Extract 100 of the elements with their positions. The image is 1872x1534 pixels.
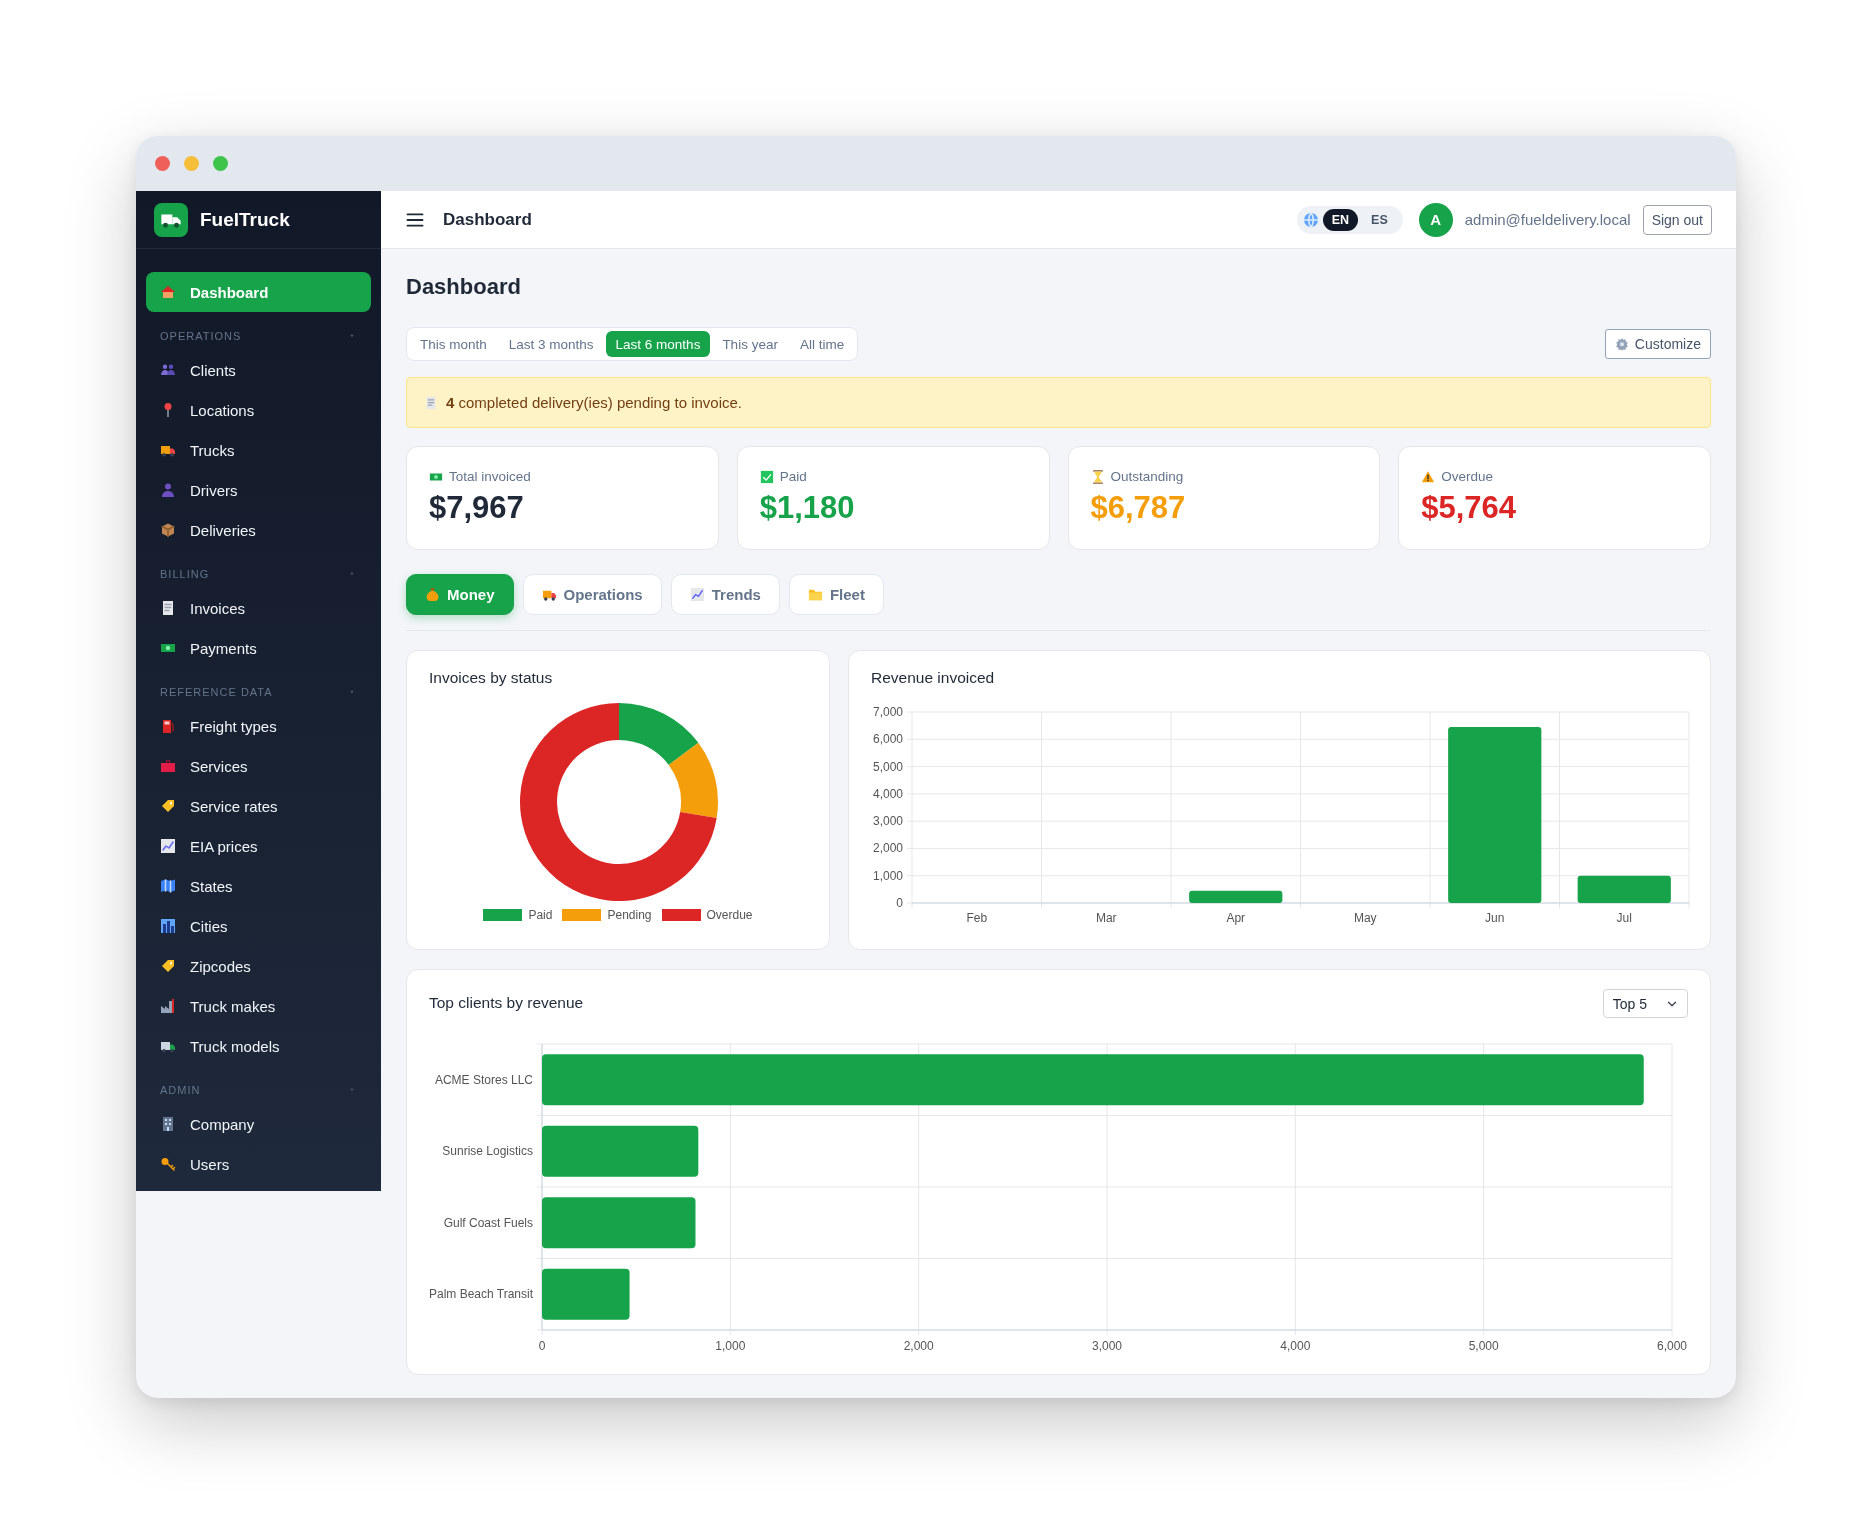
axis-label: 7,000: [872, 705, 903, 719]
group-title: OPERATIONS: [160, 330, 242, 342]
nav-item[interactable]: Freight types: [146, 706, 371, 746]
stat-value: $7,967: [429, 490, 525, 526]
axis-label: 0: [538, 1339, 546, 1353]
map-icon: [160, 878, 176, 894]
nav-item[interactable]: States: [146, 866, 371, 906]
language-button[interactable]: ES: [1362, 208, 1397, 231]
top-select[interactable]: Top 5: [1602, 989, 1688, 1018]
axis-label: Jul: [1616, 911, 1632, 925]
chart-title: Revenue invoiced: [870, 668, 996, 688]
nav-item[interactable]: Services: [146, 746, 371, 786]
group-title: BILLING: [160, 568, 210, 580]
stat-label: Paid: [779, 469, 807, 484]
axis-label: Gulf Coast Fuels: [443, 1215, 533, 1230]
axis-label: Apr: [1226, 911, 1246, 925]
range-option[interactable]: All time: [789, 331, 855, 357]
axis-label: 5,000: [872, 759, 903, 774]
nav-item[interactable]: Payments: [146, 628, 371, 668]
app-name: FuelTruck: [200, 208, 290, 231]
globe-icon: [1302, 211, 1319, 228]
stat-value: $6,787: [1090, 490, 1187, 526]
tag-icon: [160, 958, 176, 974]
axis-label: 3,000: [872, 814, 903, 829]
chart-icon: [160, 838, 176, 854]
axis-label: 2,000: [872, 841, 903, 856]
axis-label: Mar: [1095, 911, 1117, 925]
key-icon: [160, 1156, 176, 1172]
axis-label: 1,000: [715, 1339, 746, 1353]
tag-icon: [160, 798, 176, 814]
range-option[interactable]: Last 3 months: [498, 331, 604, 357]
nav-item[interactable]: Locations: [146, 390, 371, 430]
stat-label: Overdue: [1441, 469, 1494, 484]
stat-label: Outstanding: [1110, 469, 1184, 484]
chart-title: Top clients by revenue: [428, 993, 584, 1013]
axis-label: Sunrise Logistics: [442, 1144, 533, 1159]
close-button[interactable]: [155, 156, 170, 171]
page-heading: Dashboard: [406, 273, 522, 301]
axis-label: Palm Beach Transit: [428, 1287, 533, 1302]
stat-label: Total invoiced: [449, 469, 531, 484]
axis-label: 0: [896, 896, 903, 910]
axis-label: 4,000: [1280, 1339, 1311, 1353]
nav-item[interactable]: Zipcodes: [146, 946, 371, 986]
chart-title: Invoices by status: [428, 668, 554, 688]
folder-icon: [807, 587, 823, 602]
tab[interactable]: Fleet: [788, 574, 884, 615]
axis-label: Feb: [966, 911, 988, 925]
axis-label: ACME Stores LLC: [434, 1072, 533, 1087]
factory-icon: [160, 998, 176, 1014]
nav-item[interactable]: Invoices: [146, 588, 371, 628]
minimize-button[interactable]: [184, 156, 199, 171]
maximize-button[interactable]: [213, 156, 228, 171]
nav-item[interactable]: Deliveries: [146, 510, 371, 550]
building-icon: [160, 1116, 176, 1132]
nav-item[interactable]: EIA prices: [146, 826, 371, 866]
axis-label: 6,000: [872, 732, 903, 747]
chart-icon: [689, 587, 705, 602]
legend-label: Overdue: [706, 908, 753, 922]
money-bag-icon: [425, 587, 440, 602]
nav-item[interactable]: Clients: [146, 350, 371, 390]
nav-item[interactable]: Truck models: [146, 1026, 371, 1066]
sign-out-button[interactable]: Sign out: [1642, 204, 1712, 235]
axis-label: 4,000: [872, 786, 903, 801]
group-title: REFERENCE DATA: [160, 686, 273, 698]
stat-value: $5,764: [1421, 490, 1518, 526]
briefcase-icon: [160, 758, 176, 774]
people-icon: [160, 362, 176, 378]
nav-item[interactable]: Users: [146, 1144, 371, 1184]
person-icon: [160, 482, 176, 498]
tab[interactable]: Trends: [670, 574, 780, 615]
city-icon: [160, 918, 176, 934]
range-option[interactable]: This month: [410, 331, 497, 357]
range-option[interactable]: This year: [712, 331, 788, 357]
axis-label: 5,000: [1468, 1339, 1499, 1353]
nav-item[interactable]: Cities: [146, 906, 371, 946]
document-icon: [160, 600, 176, 616]
axis-label: 6,000: [1657, 1339, 1687, 1353]
nav-item[interactable]: Service rates: [146, 786, 371, 826]
nav-item[interactable]: Trucks: [146, 430, 371, 470]
nav-item[interactable]: Truck makes: [146, 986, 371, 1026]
house-icon: [160, 284, 176, 300]
alert-text: 4 completed delivery(ies) pending to invoice.: [446, 394, 742, 411]
axis-label: Jun: [1485, 911, 1505, 925]
language-button[interactable]: EN: [1322, 208, 1359, 231]
axis-label: 2,000: [903, 1339, 934, 1353]
document-icon: [424, 395, 438, 410]
customize-button[interactable]: Customize: [1604, 329, 1711, 359]
fuel-pump-icon: [160, 718, 176, 734]
hourglass-icon: [1090, 469, 1105, 484]
box-icon: [160, 522, 176, 538]
axis-label: May: [1353, 911, 1377, 925]
page-title: Dashboard: [443, 209, 532, 230]
warning-icon: [1421, 469, 1436, 484]
legend-label: Pending: [607, 908, 652, 922]
group-title: ADMIN: [160, 1084, 201, 1096]
nav-item[interactable]: Company: [146, 1104, 371, 1144]
tab[interactable]: Operations: [522, 574, 662, 615]
check-icon: [759, 469, 774, 484]
nav-item[interactable]: Drivers: [146, 470, 371, 510]
gear-icon: [1614, 337, 1629, 351]
